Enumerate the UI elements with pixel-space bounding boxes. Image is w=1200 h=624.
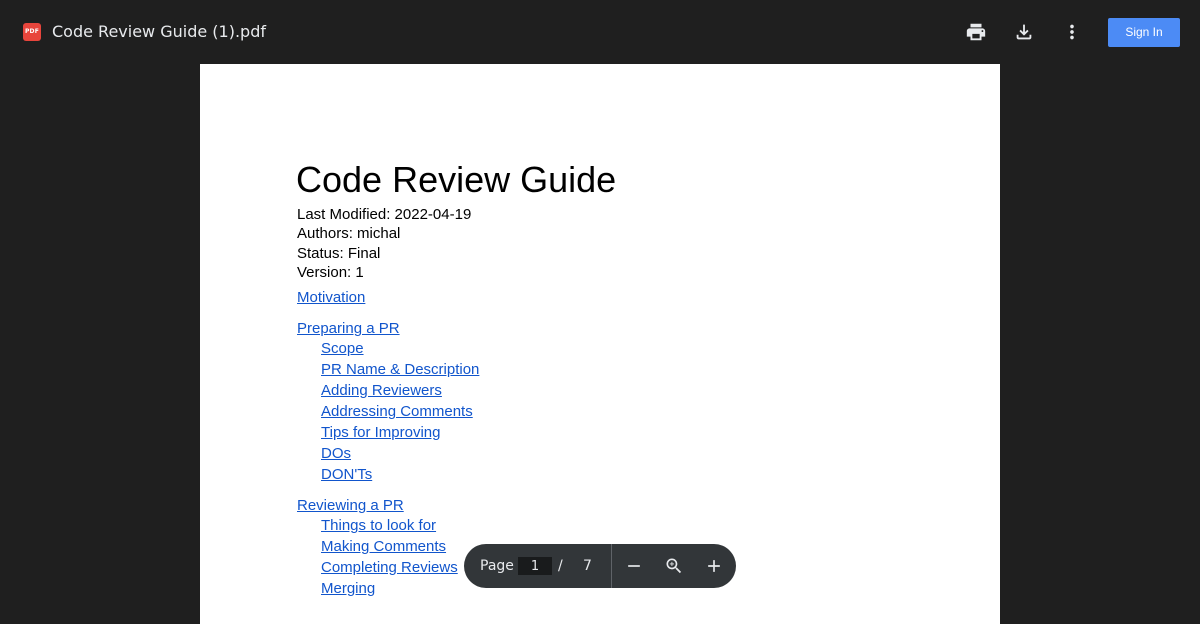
toc-link-merging[interactable]: Merging	[321, 580, 375, 598]
file-name: Code Review Guide (1).pdf	[52, 22, 266, 41]
toc-link-motivation[interactable]: Motivation	[297, 289, 365, 307]
toc-link-adding-reviewers[interactable]: Adding Reviewers	[321, 382, 442, 400]
document-title: Code Review Guide	[296, 159, 617, 200]
toc-link-addressing-comments[interactable]: Addressing Comments	[321, 403, 473, 421]
toc-link-scope[interactable]: Scope	[321, 340, 364, 358]
toc-link-dos[interactable]: DOs	[321, 445, 351, 463]
sign-in-button[interactable]: Sign In	[1108, 18, 1180, 47]
zoom-out-button[interactable]	[622, 554, 646, 578]
download-button[interactable]	[1010, 18, 1038, 46]
meta-version: Version: 1	[297, 264, 364, 281]
zoom-icon	[666, 558, 682, 574]
meta-last-modified: Last Modified: 2022-04-19	[297, 206, 472, 223]
download-icon	[1016, 24, 1032, 40]
toc-link-donts[interactable]: DON'Ts	[321, 466, 372, 484]
page-navigation-bar: Page / 7	[464, 544, 736, 588]
total-pages: 7	[583, 558, 592, 574]
toc-link-reviewing-a-pr[interactable]: Reviewing a PR	[297, 497, 404, 515]
more-vert-icon	[1070, 24, 1074, 40]
pdf-file-icon: PDF	[23, 23, 41, 41]
toolbar: PDF Code Review Guide (1).pdf Sign In	[0, 0, 1200, 64]
print-icon	[966, 23, 986, 41]
minus-icon	[628, 565, 640, 567]
page-label: Page	[480, 558, 514, 574]
page-number-input[interactable]	[518, 557, 552, 575]
toc-link-pr-name-description[interactable]: PR Name & Description	[321, 361, 479, 379]
zoom-in-button[interactable]	[702, 554, 726, 578]
toc-link-preparing-a-pr[interactable]: Preparing a PR	[297, 320, 400, 338]
page-separator: /	[558, 558, 563, 574]
toc-link-making-comments[interactable]: Making Comments	[321, 538, 446, 556]
pager-divider	[611, 544, 612, 588]
fit-zoom-button[interactable]	[662, 554, 686, 578]
pdf-page: Code Review Guide Last Modified: 2022-04…	[200, 64, 1000, 624]
print-button[interactable]	[962, 18, 990, 46]
toc-link-completing-reviews[interactable]: Completing Reviews	[321, 559, 458, 577]
more-options-button[interactable]	[1058, 18, 1086, 46]
toc-link-tips-for-improving[interactable]: Tips for Improving	[321, 424, 440, 442]
meta-authors: Authors: michal	[297, 225, 401, 242]
plus-icon	[708, 560, 720, 572]
toc-link-things-to-look-for[interactable]: Things to look for	[321, 517, 436, 535]
meta-status: Status: Final	[297, 245, 381, 262]
